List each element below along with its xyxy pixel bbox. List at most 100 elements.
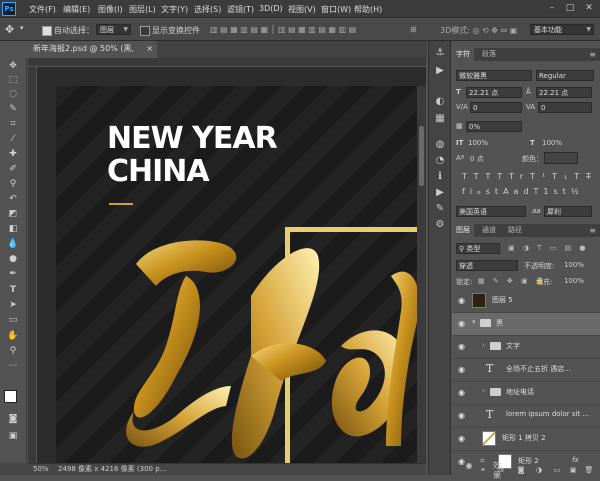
close-tab-icon[interactable]: × xyxy=(146,41,153,57)
document-info[interactable]: 2498 像素 x 4216 像素 (300 p... xyxy=(58,464,166,475)
layer-row-selected[interactable]: ◉ ▾ 黑 xyxy=(452,313,600,336)
play-icon[interactable]: ▶ xyxy=(434,187,446,199)
distribute-icon[interactable]: ⊞ xyxy=(410,25,417,34)
eraser-tool-icon[interactable]: ◩ xyxy=(6,208,20,221)
opacity-value[interactable]: 100% xyxy=(564,261,584,269)
actions-icon[interactable]: ▶ xyxy=(434,65,446,77)
discretionary-button[interactable]: ℴ xyxy=(477,187,486,196)
move-tool-icon[interactable]: ✥ xyxy=(6,60,20,73)
trash-icon[interactable]: 🗑 xyxy=(584,465,594,475)
tab-paragraph[interactable]: 段落 xyxy=(478,48,500,61)
menu-window[interactable]: 窗口(W) xyxy=(321,4,351,15)
styles-icon[interactable]: ▦ xyxy=(434,113,446,125)
paint-bucket-tool-icon[interactable]: ◧ xyxy=(6,223,20,236)
new-layer-icon[interactable]: ▣ xyxy=(568,465,578,475)
eye-icon[interactable]: ◉ xyxy=(457,388,466,397)
tab-paths[interactable]: 路径 xyxy=(504,224,526,237)
layer-row[interactable]: ◉ › 地址电话 xyxy=(452,382,600,405)
strikethrough-button[interactable]: T̶ xyxy=(586,172,598,181)
eye-icon[interactable]: ◉ xyxy=(457,319,466,328)
horizontal-scale-value[interactable]: 100% xyxy=(542,139,562,147)
faux-italic-button[interactable]: T xyxy=(474,172,486,181)
adjustment-layer-icon[interactable]: ◑ xyxy=(534,465,544,475)
quick-select-tool-icon[interactable]: ✎ xyxy=(6,103,20,116)
layer-filter-select[interactable]: ⚲ 类型 xyxy=(456,243,500,254)
poster-canvas[interactable]: NEW YEAR CHINA xyxy=(56,86,417,463)
menu-filter[interactable]: 滤镜(T) xyxy=(227,4,254,15)
antialias-select[interactable]: 犀利 xyxy=(544,206,592,217)
maximize-button[interactable]: □ xyxy=(564,2,576,14)
expand-caret-icon[interactable]: ▾ xyxy=(472,318,476,326)
superscript-button[interactable]: T¹ xyxy=(530,172,552,181)
ordinals-button[interactable]: 1st xyxy=(543,187,570,196)
dodge-tool-icon[interactable]: ● xyxy=(6,253,20,266)
info-icon[interactable]: ℹ xyxy=(434,171,446,183)
link-layers-icon[interactable]: ⚭ xyxy=(478,465,488,475)
menu-file[interactable]: 文件(F) xyxy=(29,4,56,15)
swash-button[interactable]: A xyxy=(503,187,513,196)
new-group-icon[interactable]: ▭ xyxy=(552,465,562,475)
lasso-tool-icon[interactable]: ◌ xyxy=(6,88,20,101)
faux-bold-button[interactable]: T xyxy=(462,172,474,181)
tab-channels[interactable]: 通道 xyxy=(478,224,500,237)
menu-edit[interactable]: 编辑(E) xyxy=(63,4,90,15)
healing-brush-tool-icon[interactable]: ✚ xyxy=(6,148,20,161)
stylistic-button[interactable]: st xyxy=(486,187,503,196)
kerning-field[interactable]: 0 xyxy=(470,102,522,113)
rectangle-tool-icon[interactable]: ▭ xyxy=(6,314,20,327)
font-style-select[interactable]: Regular xyxy=(536,70,594,81)
move-tool-icon[interactable]: ✥ xyxy=(5,23,14,36)
opentype-buttons[interactable]: fiℴstAadT1st½ xyxy=(462,187,584,196)
tsume-field[interactable]: 0% xyxy=(466,121,522,132)
zoom-level[interactable]: 50% xyxy=(33,464,49,475)
baseline-value[interactable]: 0 点 xyxy=(470,154,484,164)
layer-row[interactable]: ◉ T 全场不止五折 遇店... xyxy=(452,359,600,382)
clone-stamp-tool-icon[interactable]: ⚲ xyxy=(6,178,20,191)
workspace-dropdown[interactable]: 基本功能 ▼ xyxy=(530,24,594,35)
auto-select-checkbox[interactable] xyxy=(42,26,52,36)
crop-tool-icon[interactable]: ⌗ xyxy=(6,118,20,131)
zoom-tool-icon[interactable]: ⚲ xyxy=(6,345,20,358)
panel-menu-icon[interactable]: ≡ xyxy=(589,50,596,59)
brush-tool-icon[interactable]: ✐ xyxy=(6,163,20,176)
menu-view[interactable]: 视图(V) xyxy=(288,4,316,15)
auto-select-target-dropdown[interactable]: 图层 ▼ xyxy=(96,24,131,35)
blend-mode-select[interactable]: 穿透 xyxy=(456,260,518,271)
layer-row[interactable]: ◉ 矩形 1 拷贝 2 xyxy=(452,428,600,451)
layer-filter-icons[interactable]: ▣ ◑ T ▭ ▤ ● xyxy=(508,244,588,252)
type-style-buttons[interactable]: TTTTTrT¹T₁TT̶ xyxy=(462,172,598,181)
document-tab[interactable]: 新年海报2.psd @ 50% (黑, RGB/8) * × xyxy=(27,41,157,69)
quick-mask-icon[interactable]: ◙ xyxy=(6,413,20,426)
eyedropper-tool-icon[interactable]: ⁄ xyxy=(6,133,20,146)
show-transform-checkbox[interactable] xyxy=(140,26,150,36)
panel-menu-icon[interactable]: ≡ xyxy=(589,226,596,235)
marquee-tool-icon[interactable]: ⬚ xyxy=(6,74,20,87)
history-icon[interactable]: ⚓ xyxy=(434,47,446,59)
menu-type[interactable]: 文字(Y) xyxy=(161,4,188,15)
screen-mode-icon[interactable]: ▣ xyxy=(6,430,20,443)
pen-tool-icon[interactable]: ✒ xyxy=(6,268,20,281)
tool-preset-dropdown-icon[interactable]: ▾ xyxy=(20,24,24,32)
leading-field[interactable]: 22.21 点 xyxy=(536,87,592,98)
hand-tool-icon[interactable]: ✋ xyxy=(6,330,20,343)
tab-character[interactable]: 字符 xyxy=(452,48,474,61)
add-style-icon[interactable]: fx xyxy=(496,465,506,475)
eye-icon[interactable]: ◉ xyxy=(457,342,466,351)
fx-badge[interactable]: fx xyxy=(572,456,579,464)
tab-layers[interactable]: 图层 xyxy=(452,224,474,237)
brush-presets-icon[interactable]: ✎ xyxy=(434,203,446,215)
align-icons[interactable]: ▥ ▤ ▦ ▥ ▤ ▦ │ ▥ ▤ ▦ ▥ ▤ ▦ ▥ ▤ xyxy=(210,25,356,34)
eye-icon[interactable]: ◉ xyxy=(457,434,466,443)
blur-tool-icon[interactable]: 💧 xyxy=(6,238,20,251)
path-selection-tool-icon[interactable]: ➤ xyxy=(6,299,20,312)
language-select[interactable]: 美国英语 xyxy=(456,206,526,217)
font-size-field[interactable]: 22.21 点 xyxy=(466,87,522,98)
vertical-scale-value[interactable]: 100% xyxy=(468,139,488,147)
ligatures-button[interactable]: fi xyxy=(462,187,477,196)
eye-icon[interactable]: ◉ xyxy=(457,365,466,374)
menu-layer[interactable]: 图层(L) xyxy=(129,4,156,15)
contextual-button[interactable]: T xyxy=(534,187,544,196)
close-button[interactable]: ✕ xyxy=(583,2,595,14)
more-tools-icon[interactable]: ⋯ xyxy=(6,360,20,373)
add-mask-icon[interactable]: ◙ xyxy=(516,465,526,475)
